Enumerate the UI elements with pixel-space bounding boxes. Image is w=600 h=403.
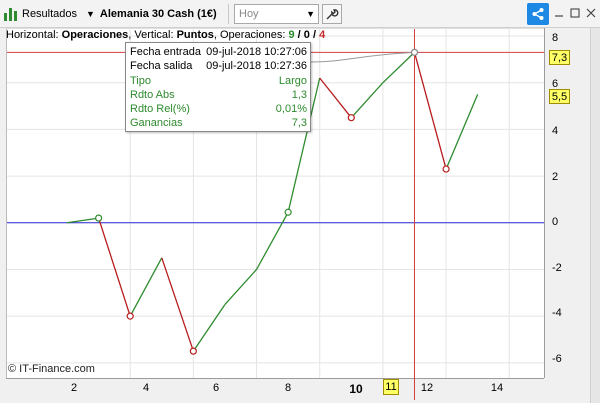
x-tick-label: 10 <box>349 382 363 396</box>
settings-button[interactable] <box>322 4 342 24</box>
trade-tooltip: Fecha entrada 09-jul-2018 10:27:06 Fecha … <box>125 42 311 132</box>
tooltip-row-abs-return: Rdto Abs 1,3 <box>130 89 307 101</box>
x-tick-label: 14 <box>490 382 504 394</box>
chevron-down-icon: ▼ <box>306 9 315 19</box>
tooltip-row-type: Tipo Largo <box>130 75 307 87</box>
y-tick-label: 4 <box>552 125 559 137</box>
y-tick-label: -4 <box>552 307 562 319</box>
tooltip-row-rel-return: Rdto Rel(%) 0,01% <box>130 103 307 115</box>
y-axis-panel[interactable] <box>544 28 590 378</box>
operations-sep-1: / <box>297 29 301 41</box>
wrench-icon <box>326 9 339 20</box>
operations-label: , Operaciones: <box>213 29 286 41</box>
period-value: Hoy <box>239 8 259 20</box>
share-icon <box>532 8 544 20</box>
x-tick-label: 12 <box>420 382 434 394</box>
vertical-label: , Vertical: <box>128 29 174 41</box>
instrument-selector[interactable]: ▼ Alemania 30 Cash (1€) <box>86 4 217 24</box>
chart-info-line: Horizontal: Operaciones, Vertical: Punto… <box>6 29 325 41</box>
x-tick-label: 4 <box>142 382 150 394</box>
y-tick-label: -6 <box>552 353 562 365</box>
y-last-value-badge: 5,5 <box>549 89 570 104</box>
bar-chart-icon <box>4 7 18 21</box>
x-axis-panel[interactable] <box>6 378 544 403</box>
period-select[interactable]: Hoy ▼ <box>234 4 319 24</box>
tooltip-row-gains: Ganancias 7,3 <box>130 117 307 129</box>
maximize-icon[interactable] <box>568 6 582 20</box>
share-button[interactable] <box>527 3 549 25</box>
operations-total: 9 <box>288 29 295 41</box>
results-button[interactable]: Resultados <box>4 4 77 24</box>
results-label: Resultados <box>22 8 78 20</box>
vertical-scrollbar[interactable] <box>590 28 600 403</box>
y-tick-label: -2 <box>552 262 562 274</box>
operations-losing: 4 <box>319 29 326 41</box>
dropdown-arrow-icon: ▼ <box>86 9 95 19</box>
x-tick-label: 6 <box>212 382 220 394</box>
copyright-text: © IT-Finance.com <box>8 363 95 375</box>
y-cursor-badge: 7,3 <box>549 50 570 65</box>
x-tick-label: 2 <box>70 382 78 394</box>
y-tick-label: 0 <box>552 216 559 228</box>
tooltip-row-exit-date: Fecha salida 09-jul-2018 10:27:36 <box>130 60 307 72</box>
operations-sep-2: / <box>312 29 317 41</box>
toolbar: Resultados ▼ Alemania 30 Cash (1€) Hoy ▼ <box>0 0 600 28</box>
close-icon[interactable] <box>584 6 598 20</box>
minimize-icon[interactable] <box>552 6 566 20</box>
x-cursor-badge: 11 <box>383 379 399 395</box>
tooltip-row-entry-date: Fecha entrada 09-jul-2018 10:27:06 <box>130 46 307 58</box>
toolbar-separator <box>228 4 229 24</box>
operations-neutral: 0 <box>303 29 310 41</box>
horizontal-value: Operaciones <box>61 29 129 41</box>
instrument-label: Alemania 30 Cash (1€) <box>99 8 217 20</box>
y-tick-label: 8 <box>552 32 559 44</box>
x-tick-label: 8 <box>284 382 292 394</box>
horizontal-label: Horizontal: <box>6 29 59 41</box>
vertical-value: Puntos <box>176 29 214 41</box>
y-tick-label: 2 <box>552 171 559 183</box>
